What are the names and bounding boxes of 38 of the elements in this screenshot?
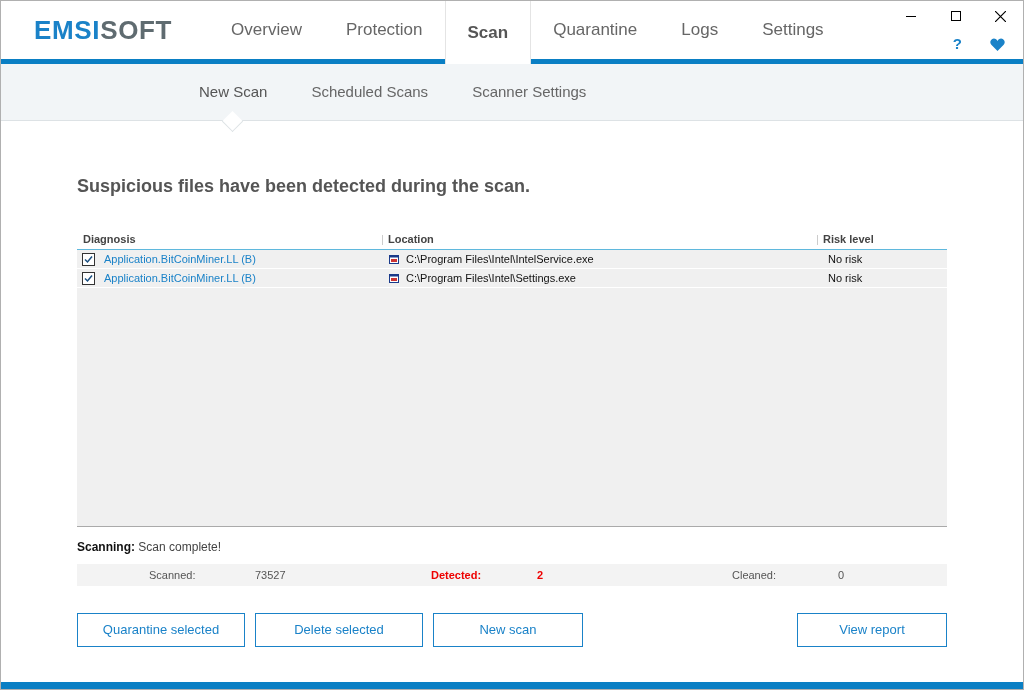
subnav-tab[interactable]: New Scan [177,63,290,121]
subnav-tab[interactable]: Scheduled Scans [289,63,451,121]
column-header: Diagnosis [82,232,137,248]
nav-tab[interactable]: Scan [444,1,532,64]
diagnosis-link[interactable]: Application.BitCoinMiner.LL (B) [104,250,256,268]
column-header: Risk level [823,232,874,248]
risk-level: No risk [828,270,863,286]
nav-tab[interactable]: Protection [323,1,445,59]
stat-label: Detected: [431,567,483,583]
program-file-icon [389,254,399,264]
row-checkbox[interactable] [82,252,95,266]
file-path: C:\Program Files\Intel\Settings.exe [406,270,576,286]
heart-icon[interactable] [990,37,1005,51]
nav-tab[interactable]: Settings [740,1,846,59]
nav-tab[interactable]: Overview [209,1,324,59]
action-button[interactable]: Quarantine selected [77,613,245,647]
stat-value: 0 [838,567,845,583]
risk-level: No risk [828,251,863,267]
column-header: Location [388,232,435,248]
scan-result-heading: Suspicious files have been detected during the scan. [77,175,532,198]
nav-tab[interactable]: Logs [659,1,741,59]
stat-value: 73527 [255,567,286,583]
view-report-button[interactable]: View report [797,613,947,647]
scan-status: Scanning: Scan complete! [77,539,223,556]
stat-label: Scanned: [149,567,197,583]
stat-label: Cleaned: [732,567,778,583]
action-button[interactable]: New scan [433,613,583,647]
subnav-tab[interactable]: Scanner Settings [450,63,609,121]
stat-value: 2 [537,567,544,583]
row-checkbox[interactable] [82,271,95,285]
logo: EMSISOFT [34,15,173,45]
action-button[interactable]: Delete selected [255,613,423,647]
close-icon [995,10,1006,22]
diagnosis-link[interactable]: Application.BitCoinMiner.LL (B) [104,269,256,287]
program-file-icon [389,273,399,283]
help-button[interactable]: ? [952,33,962,56]
file-path: C:\Program Files\Intel\IntelService.exe [406,251,594,267]
nav-tab[interactable]: Quarantine [531,1,660,59]
